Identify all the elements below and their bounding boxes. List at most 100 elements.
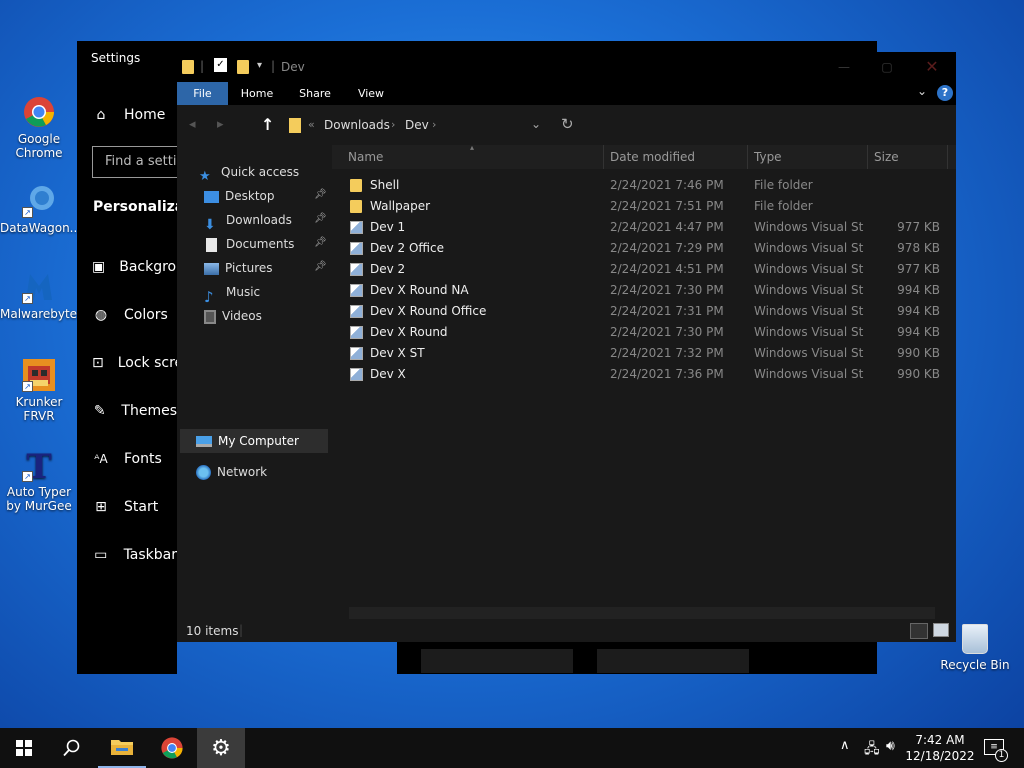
forward-button[interactable]: ▸: [217, 117, 224, 132]
up-button[interactable]: ↑: [261, 115, 274, 134]
minimize-button[interactable]: —: [829, 56, 859, 78]
desktop-icon-recycle-bin[interactable]: Recycle Bin: [940, 624, 1010, 672]
pin-icon[interactable]: 📌︎: [314, 237, 327, 248]
windows-icon: [16, 740, 32, 756]
file-row[interactable]: Dev X 2/24/2021 7:36 PM Windows Visual St.…: [342, 364, 942, 385]
settings-item-fonts[interactable]: ᴬA Fonts: [77, 443, 177, 475]
nav-music[interactable]: ♪ Music: [204, 281, 260, 306]
column-size[interactable]: Size: [868, 145, 948, 169]
settings-item-label: Taskbar: [123, 547, 177, 563]
explorer-titlebar[interactable]: | ✓ ▾ | Dev — ▢ ✕: [177, 52, 956, 82]
file-row[interactable]: Shell 2/24/2021 7:46 PM File folder: [342, 175, 942, 196]
help-button[interactable]: ?: [937, 85, 953, 101]
settings-window[interactable]: Settings ⌂ Home Find a setting Personali…: [77, 41, 177, 674]
pin-icon[interactable]: 📌︎: [314, 189, 327, 200]
pin-icon[interactable]: 📌︎: [314, 213, 327, 224]
file-date: 2/24/2021 7:36 PM: [610, 367, 724, 381]
settings-item-taskbar[interactable]: ▭ Taskbar: [77, 539, 177, 571]
breadcrumb-downloads[interactable]: Downloads: [324, 118, 390, 132]
nav-desktop[interactable]: Desktop: [204, 185, 275, 207]
file-date: 2/24/2021 7:30 PM: [610, 283, 724, 297]
details-view-button[interactable]: [910, 623, 928, 639]
column-type[interactable]: Type: [748, 145, 868, 169]
computer-icon: [196, 436, 212, 447]
chevron-right-icon[interactable]: ›: [391, 118, 395, 131]
settings-hidden-button[interactable]: [597, 649, 749, 673]
settings-item-lock-screen[interactable]: ⊡ Lock screen: [77, 347, 177, 379]
settings-home[interactable]: ⌂ Home: [77, 99, 177, 131]
desktop-icon-label: Auto Typer by MurGee: [6, 485, 72, 513]
column-date-modified[interactable]: Date modified: [604, 145, 748, 169]
recycle-bin-icon: [962, 624, 988, 654]
desktop-icon-malwarebytes[interactable]: ↗ Malwarebytes: [0, 270, 84, 321]
nav-documents[interactable]: Documents: [204, 233, 294, 255]
start-icon: ⊞: [95, 499, 107, 515]
nav-quick-access[interactable]: ★ Quick access: [199, 161, 299, 184]
refresh-icon[interactable]: ↻: [561, 115, 574, 133]
desktop-icon-datawagon[interactable]: ↗ DataWagon...: [0, 184, 81, 235]
file-row[interactable]: Dev X Round NA 2/24/2021 7:30 PM Windows V…: [342, 280, 942, 301]
tab-share[interactable]: Share: [289, 82, 341, 105]
settings-item-themes[interactable]: ✎ Themes: [77, 395, 177, 427]
settings-item-start[interactable]: ⊞ Start: [77, 491, 177, 523]
settings-item-label: Start: [124, 499, 159, 515]
pin-icon[interactable]: 📌︎: [314, 261, 327, 272]
back-button[interactable]: ◂: [189, 117, 196, 132]
file-explorer-window[interactable]: | ✓ ▾ | Dev — ▢ ✕ File Home Share View ⌄…: [177, 52, 956, 642]
network-tray-icon[interactable]: 🖧︎: [864, 738, 880, 762]
address-dropdown-icon[interactable]: ⌄: [531, 117, 541, 131]
nav-pictures[interactable]: Pictures: [204, 257, 273, 279]
tab-view[interactable]: View: [347, 82, 395, 105]
file-row[interactable]: Dev 1 2/24/2021 4:47 PM Windows Visual St.…: [342, 217, 942, 238]
file-size: 977 KB: [897, 220, 940, 234]
file-row[interactable]: Dev 2 Office 2/24/2021 7:29 PM Windows Vis…: [342, 238, 942, 259]
maximize-button[interactable]: ▢: [872, 56, 902, 78]
settings-item-label: Background: [119, 259, 177, 275]
lock-screen-icon: ⊡: [92, 355, 104, 371]
file-row[interactable]: Dev X ST 2/24/2021 7:32 PM Windows Visual …: [342, 343, 942, 364]
settings-item-background[interactable]: ▣ Background: [77, 251, 177, 283]
palette-icon: ◍: [94, 307, 108, 323]
file-row[interactable]: Dev 2 2/24/2021 4:51 PM Windows Visual St.…: [342, 259, 942, 280]
taskbar-settings[interactable]: ⚙: [197, 728, 245, 768]
settings-item-label: Colors: [124, 307, 168, 323]
chevron-right-icon[interactable]: ›: [432, 118, 436, 131]
settings-item-colors[interactable]: ◍ Colors: [77, 299, 177, 331]
properties-icon[interactable]: ✓: [214, 58, 227, 72]
nav-downloads[interactable]: ⬇ Downloads: [204, 209, 292, 233]
solution-file-icon: [350, 368, 363, 381]
tab-home[interactable]: Home: [232, 82, 282, 105]
file-name: Dev 1: [370, 220, 406, 234]
breadcrumb-dev[interactable]: Dev: [405, 118, 429, 132]
file-name: Dev X ST: [370, 346, 425, 360]
file-size: 978 KB: [897, 241, 940, 255]
file-name: Dev X Round Office: [370, 304, 487, 318]
settings-search-input[interactable]: Find a setting: [92, 146, 177, 178]
tab-file[interactable]: File: [177, 82, 228, 105]
horizontal-scrollbar[interactable]: [349, 607, 935, 619]
desktop-icon-krunker[interactable]: ↗ Krunker FRVR: [0, 358, 78, 423]
search-button[interactable]: [48, 728, 96, 768]
chevron-down-icon[interactable]: ⌄: [917, 84, 927, 98]
file-row[interactable]: Dev X Round Office 2/24/2021 7:31 PM Windo…: [342, 301, 942, 322]
quick-access-dropdown-icon[interactable]: ▾: [257, 60, 262, 71]
clock[interactable]: 7:42 AM 12/18/2022: [904, 732, 976, 764]
desktop-icon-label: Malwarebytes: [0, 307, 84, 321]
start-button[interactable]: [0, 728, 48, 768]
taskbar-file-explorer[interactable]: [98, 728, 146, 768]
file-row[interactable]: Dev X Round 2/24/2021 7:30 PM Windows Visu…: [342, 322, 942, 343]
nav-my-computer[interactable]: My Computer: [180, 429, 328, 453]
show-hidden-icons-button[interactable]: ∧: [840, 738, 850, 753]
close-button[interactable]: ✕: [917, 56, 947, 78]
nav-network[interactable]: Network: [196, 461, 267, 483]
file-row[interactable]: Wallpaper 2/24/2021 7:51 PM File folder: [342, 196, 942, 217]
volume-icon[interactable]: 🔊︎: [886, 738, 895, 754]
chrome-icon: [161, 737, 183, 759]
new-folder-icon[interactable]: [237, 60, 249, 74]
nav-videos[interactable]: Videos: [204, 305, 262, 327]
taskbar-chrome[interactable]: [148, 728, 196, 768]
desktop-icon-chrome[interactable]: Google Chrome: [0, 95, 78, 160]
settings-hidden-button[interactable]: [421, 649, 573, 673]
music-icon: ♪: [204, 287, 214, 306]
desktop-icon-autotyper[interactable]: T ↗ Auto Typer by MurGee: [0, 447, 78, 513]
